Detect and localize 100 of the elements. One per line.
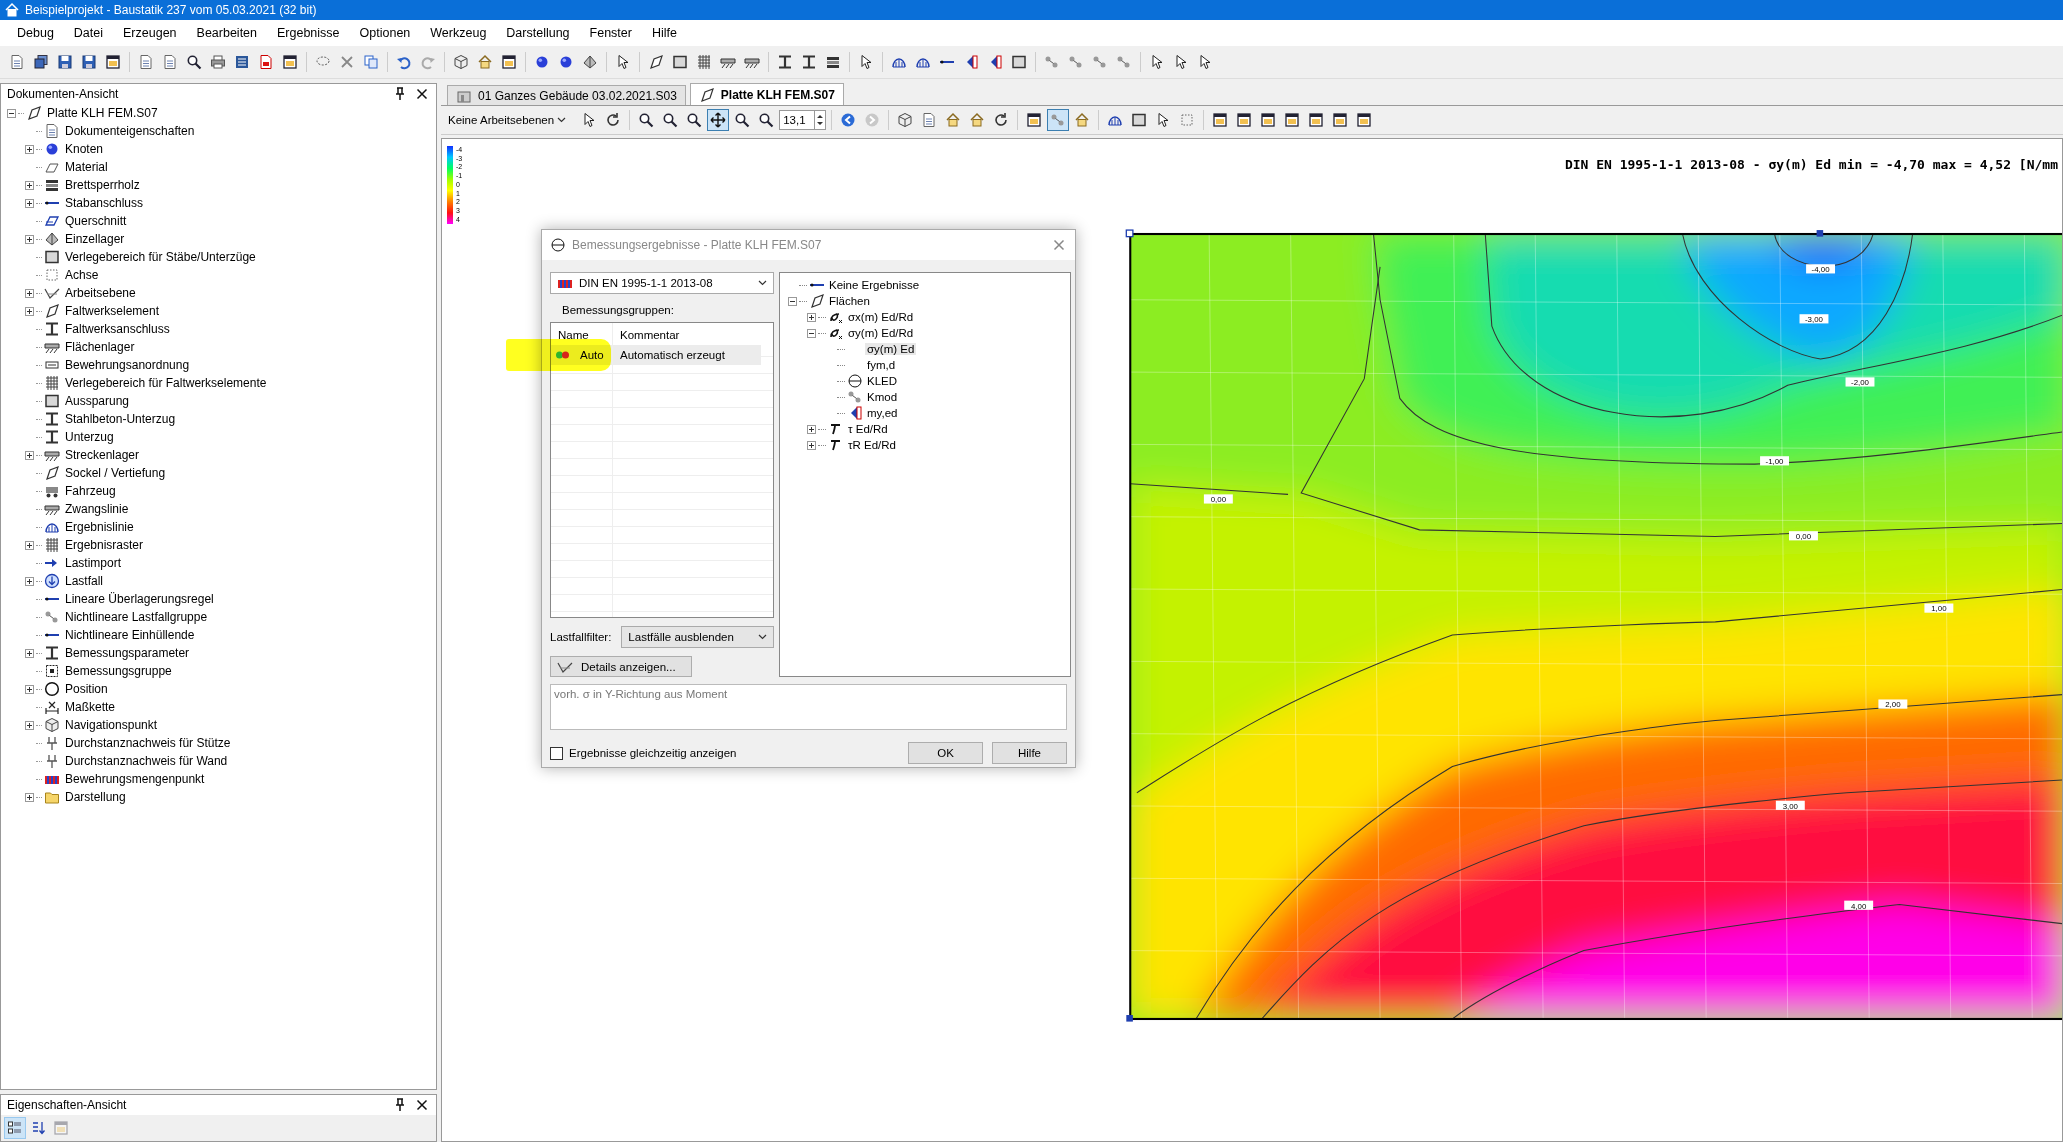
selection-handle[interactable] <box>1126 1015 1133 1022</box>
menu-item[interactable]: Datei <box>63 23 114 43</box>
cursor-icon[interactable] <box>1173 54 1189 70</box>
menu-item[interactable]: Bearbeiten <box>186 23 267 43</box>
page-icon[interactable] <box>138 54 154 70</box>
expand-toggle[interactable] <box>25 576 34 586</box>
zoom-field[interactable]: 13,1 <box>779 110 827 130</box>
expand-toggle[interactable] <box>25 684 34 694</box>
cursor-icon[interactable] <box>615 54 631 70</box>
tree-item[interactable]: Lastimport <box>62 556 122 570</box>
printer-icon[interactable] <box>210 54 226 70</box>
tree-item[interactable]: Keine Ergebnisse <box>827 279 922 291</box>
tree-item[interactable]: Maßkette <box>62 700 115 714</box>
beam-icon[interactable] <box>777 54 793 70</box>
tree-item[interactable]: Nichtlineare Einhüllende <box>62 628 195 642</box>
column-header[interactable]: Name <box>551 329 613 341</box>
tree-item[interactable]: σy(m) Ed/Rd <box>846 327 916 339</box>
tree-item[interactable]: Querschnitt <box>62 214 127 228</box>
frame-icon[interactable] <box>672 54 688 70</box>
details-button[interactable]: Details anzeigen... <box>550 656 692 677</box>
collapse-toggle[interactable] <box>7 108 16 118</box>
cursor-icon[interactable] <box>1197 54 1213 70</box>
nodes-icon[interactable] <box>1116 54 1132 70</box>
tree-item[interactable]: Bemessungsgruppe <box>62 664 172 678</box>
expand-toggle[interactable] <box>25 306 34 316</box>
list-icon[interactable] <box>7 1120 23 1136</box>
tree-item[interactable]: Ergebnislinie <box>62 520 134 534</box>
nodes-tool[interactable] <box>1047 109 1070 131</box>
beam-icon[interactable] <box>801 54 817 70</box>
window-icon[interactable] <box>105 54 121 70</box>
tree-item[interactable]: Faltwerkselement <box>62 304 160 318</box>
menu-item[interactable]: Hilfe <box>641 23 687 43</box>
filter-dropdown[interactable]: Lastfälle ausblenden <box>621 626 774 648</box>
expand-toggle[interactable] <box>25 288 34 298</box>
expand-toggle[interactable] <box>807 424 816 434</box>
undo-icon[interactable] <box>396 54 412 70</box>
tree-item[interactable]: Sockel / Vertiefung <box>62 466 166 480</box>
tree-item[interactable]: Kmod <box>865 391 900 403</box>
slab-icon[interactable] <box>825 54 841 70</box>
tree-item[interactable]: Faltwerksanschluss <box>62 322 170 336</box>
close-icon[interactable] <box>414 1097 430 1113</box>
house-icon[interactable] <box>477 54 493 70</box>
tree-item[interactable]: Durchstanznachweis für Stütze <box>62 736 231 750</box>
sheet-icon[interactable] <box>234 54 250 70</box>
standard-dropdown[interactable]: DIN EN 1995-1-1 2013-08 <box>550 272 774 294</box>
tree-item[interactable]: Streckenlager <box>62 448 140 462</box>
plate-icon[interactable] <box>648 54 664 70</box>
tree-item[interactable]: σy(m) Ed <box>865 343 917 355</box>
menu-item[interactable]: Fenster <box>579 23 642 43</box>
spinner-icon[interactable] <box>814 111 826 129</box>
tree-item[interactable]: Lineare Überlagerungsregel <box>62 592 214 606</box>
tree-item[interactable]: Brettsperrholz <box>62 178 140 192</box>
menu-item[interactable]: Debug <box>7 23 64 43</box>
expand-toggle[interactable] <box>25 720 34 730</box>
window-icon[interactable] <box>282 54 298 70</box>
menu-item[interactable]: Darstellung <box>496 23 580 43</box>
nodes-icon[interactable] <box>1068 54 1084 70</box>
sort-icon[interactable] <box>30 1120 46 1136</box>
collapse-toggle[interactable] <box>807 328 816 338</box>
selection-handle[interactable] <box>1125 229 1134 238</box>
layers-icon[interactable] <box>33 54 49 70</box>
tree-item[interactable]: Position <box>62 682 108 696</box>
tree-item[interactable]: Knoten <box>62 142 104 156</box>
grid-icon[interactable] <box>696 54 712 70</box>
tree-item[interactable]: KLED <box>865 375 900 387</box>
cross-icon[interactable] <box>339 54 355 70</box>
tree-item[interactable]: Flächen <box>827 295 872 307</box>
cursor-icon[interactable] <box>858 54 874 70</box>
tree-item[interactable]: my,ed <box>865 407 900 419</box>
tree-item[interactable]: Darstellung <box>62 790 126 804</box>
expand-toggle[interactable] <box>25 180 34 190</box>
expand-toggle[interactable] <box>25 648 34 658</box>
checkbox-label[interactable]: Ergebnisse gleichzeitig anzeigen <box>569 747 899 759</box>
tree-item[interactable]: Durchstanznachweis für Wand <box>62 754 228 768</box>
column-header[interactable]: Kommentar <box>613 329 773 341</box>
tree-item[interactable]: σx(m) Ed/Rd <box>846 311 916 323</box>
tree-item[interactable]: Bewehrungsanordnung <box>62 358 190 372</box>
tree-item[interactable]: Zwangslinie <box>62 502 129 516</box>
cursor-icon[interactable] <box>1149 54 1165 70</box>
file-icon[interactable] <box>258 54 274 70</box>
expand-toggle[interactable] <box>25 792 34 802</box>
magnifier-icon[interactable] <box>186 54 202 70</box>
document-tab[interactable]: 01 Ganzes Gebäude 03.02.2021.S03 <box>447 85 686 105</box>
cube-icon[interactable] <box>453 54 469 70</box>
menu-item[interactable]: Erzeugen <box>113 23 187 43</box>
dialog-button[interactable]: Hilfe <box>992 742 1067 764</box>
tree-item[interactable]: Bemessungsparameter <box>62 646 190 660</box>
expand-toggle[interactable] <box>25 198 34 208</box>
collapse-toggle[interactable] <box>788 296 797 306</box>
tree-item[interactable]: Arbeitsebene <box>62 286 136 300</box>
tree-item[interactable]: Stahlbeton-Unterzug <box>62 412 176 426</box>
copy-icon[interactable] <box>363 54 379 70</box>
tree-item[interactable]: Flächenlager <box>62 340 135 354</box>
expand-toggle[interactable] <box>25 234 34 244</box>
menu-item[interactable]: Werkzeug <box>420 23 497 43</box>
workplane-dropdown[interactable]: Keine Arbeitsebenen <box>444 112 571 128</box>
tree-item[interactable]: Aussparung <box>62 394 130 408</box>
checkbox[interactable] <box>550 746 563 760</box>
tree-item[interactable]: τ Ed/Rd <box>846 423 890 435</box>
diamond-icon[interactable] <box>582 54 598 70</box>
